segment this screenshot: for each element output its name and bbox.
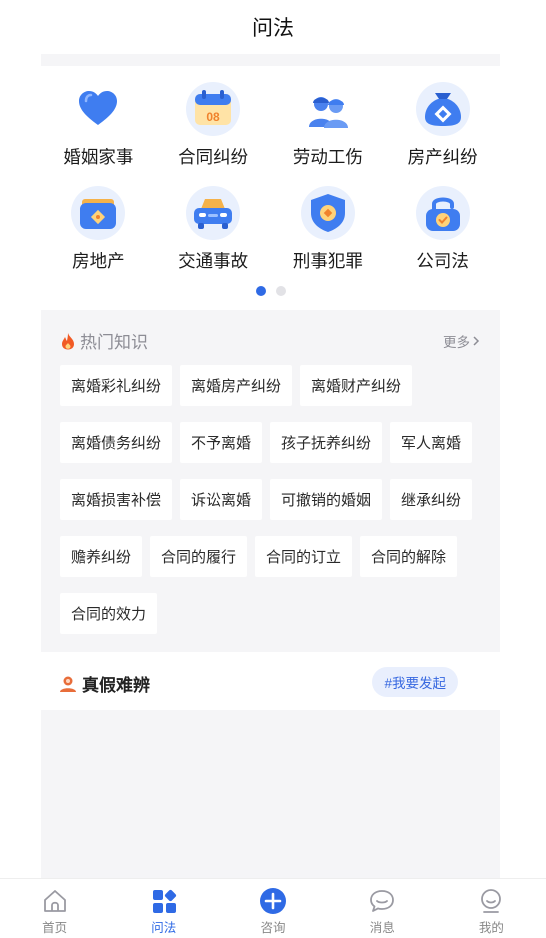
calendar-badge: 08	[206, 110, 220, 124]
knowledge-tag[interactable]: 不予离婚	[180, 422, 263, 463]
category-label: 刑事犯罪	[292, 251, 363, 271]
tab-messages[interactable]: 消息	[328, 879, 437, 938]
home-icon	[43, 890, 66, 912]
category-property[interactable]: 房产纠纷	[385, 82, 500, 176]
category-label: 房地产	[72, 251, 125, 271]
knowledge-tag[interactable]: 赡养纠纷	[60, 536, 143, 577]
knowledge-tag[interactable]: 离婚财产纠纷	[300, 365, 413, 406]
category-label: 合同纠纷	[178, 147, 249, 167]
truth-title: 真假难辨	[82, 676, 150, 695]
category-contract[interactable]: 08 合同纠纷	[156, 82, 271, 176]
message-icon	[370, 890, 395, 912]
tab-wenfa[interactable]: 问法	[109, 879, 218, 938]
knowledge-tag[interactable]: 合同的解除	[360, 536, 458, 577]
category-label: 婚姻家事	[63, 147, 134, 167]
tab-label: 问法	[151, 921, 177, 935]
category-traffic[interactable]: 交通事故	[156, 186, 271, 280]
category-real-estate[interactable]: 房地产	[41, 186, 156, 280]
money-bag-icon	[415, 82, 470, 136]
car-icon	[186, 186, 241, 240]
tab-label: 消息	[369, 921, 395, 935]
grid-icon	[152, 889, 176, 913]
category-company[interactable]: 公司法	[385, 186, 500, 280]
knowledge-tag[interactable]: 合同的订立	[255, 536, 353, 577]
flame-icon	[62, 332, 74, 349]
hot-knowledge-panel: 热门知识 更多 离婚彩礼纠纷 离婚房产纠纷 离婚财产纠纷 离婚债务纠纷 不予离婚…	[41, 310, 500, 652]
divider-strip	[41, 54, 500, 66]
hot-knowledge-title: 热门知识	[80, 333, 148, 352]
knowledge-tag[interactable]: 军人离婚	[390, 422, 473, 463]
knowledge-tag[interactable]: 可撤销的婚姻	[270, 479, 383, 520]
category-labor[interactable]: 劳动工伤	[271, 82, 386, 176]
tab-label: 首页	[42, 921, 68, 935]
knowledge-tag[interactable]: 合同的效力	[60, 593, 158, 634]
category-label: 劳动工伤	[292, 147, 363, 167]
carousel-indicator	[41, 286, 500, 296]
knowledge-tag[interactable]: 孩子抚养纠纷	[270, 422, 383, 463]
carousel-dot-2[interactable]	[275, 286, 286, 296]
person-icon	[60, 676, 76, 692]
hot-knowledge-header: 热门知识	[60, 328, 148, 353]
calendar-icon: 08	[186, 82, 241, 136]
page-title: 问法	[252, 17, 294, 40]
truth-section-header: 真假难辨 #我要发起	[41, 652, 500, 710]
category-label: 交通事故	[178, 251, 249, 271]
carousel-dot-1[interactable]	[255, 286, 266, 296]
more-label: 更多	[443, 335, 470, 350]
tab-label: 咨询	[260, 921, 286, 935]
knowledge-tag[interactable]: 继承纠纷	[390, 479, 473, 520]
heart-icon	[71, 82, 125, 136]
shield-icon	[300, 186, 355, 240]
knowledge-tag[interactable]: 合同的履行	[150, 536, 248, 577]
profile-icon	[481, 889, 502, 913]
knowledge-tag[interactable]: 诉讼离婚	[180, 479, 263, 520]
tab-profile[interactable]: 我的	[437, 879, 546, 938]
tab-label: 我的	[478, 921, 504, 935]
knowledge-tag[interactable]: 离婚房产纠纷	[180, 365, 293, 406]
truth-title-group: 真假难辨	[59, 671, 150, 696]
title-bar: 问法	[0, 0, 546, 54]
category-label: 房产纠纷	[407, 147, 478, 167]
wallet-icon	[71, 186, 126, 240]
more-link[interactable]: 更多	[443, 331, 480, 351]
plus-circle-icon	[260, 888, 286, 914]
knowledge-tag[interactable]: 离婚损害补偿	[60, 479, 173, 520]
tab-consult[interactable]: 咨询	[218, 879, 327, 938]
knowledge-tag[interactable]: 离婚债务纠纷	[60, 422, 173, 463]
bottom-tab-bar: 首页 问法 咨询 消息 我的	[0, 878, 546, 938]
knowledge-tag[interactable]: 离婚彩礼纠纷	[60, 365, 173, 406]
chevron-right-icon	[473, 336, 480, 346]
category-label: 公司法	[416, 251, 469, 271]
tab-home[interactable]: 首页	[0, 879, 109, 938]
category-criminal[interactable]: 刑事犯罪	[271, 186, 386, 280]
workers-icon	[301, 82, 355, 136]
lock-icon	[415, 186, 470, 240]
start-topic-button[interactable]: #我要发起	[372, 667, 458, 697]
truth-content-area	[41, 710, 500, 878]
category-grid: 婚姻家事 08 合同纠纷 劳动工伤 房产纠纷 房地产 交通事故 刑事犯罪 公司法	[41, 82, 500, 280]
tag-list: 离婚彩礼纠纷 离婚房产纠纷 离婚财产纠纷 离婚债务纠纷 不予离婚 孩子抚养纠纷 …	[60, 365, 490, 634]
category-carousel[interactable]: 婚姻家事 08 合同纠纷 劳动工伤 房产纠纷 房地产 交通事故 刑事犯罪 公司法	[41, 66, 500, 310]
category-marriage[interactable]: 婚姻家事	[41, 82, 156, 176]
